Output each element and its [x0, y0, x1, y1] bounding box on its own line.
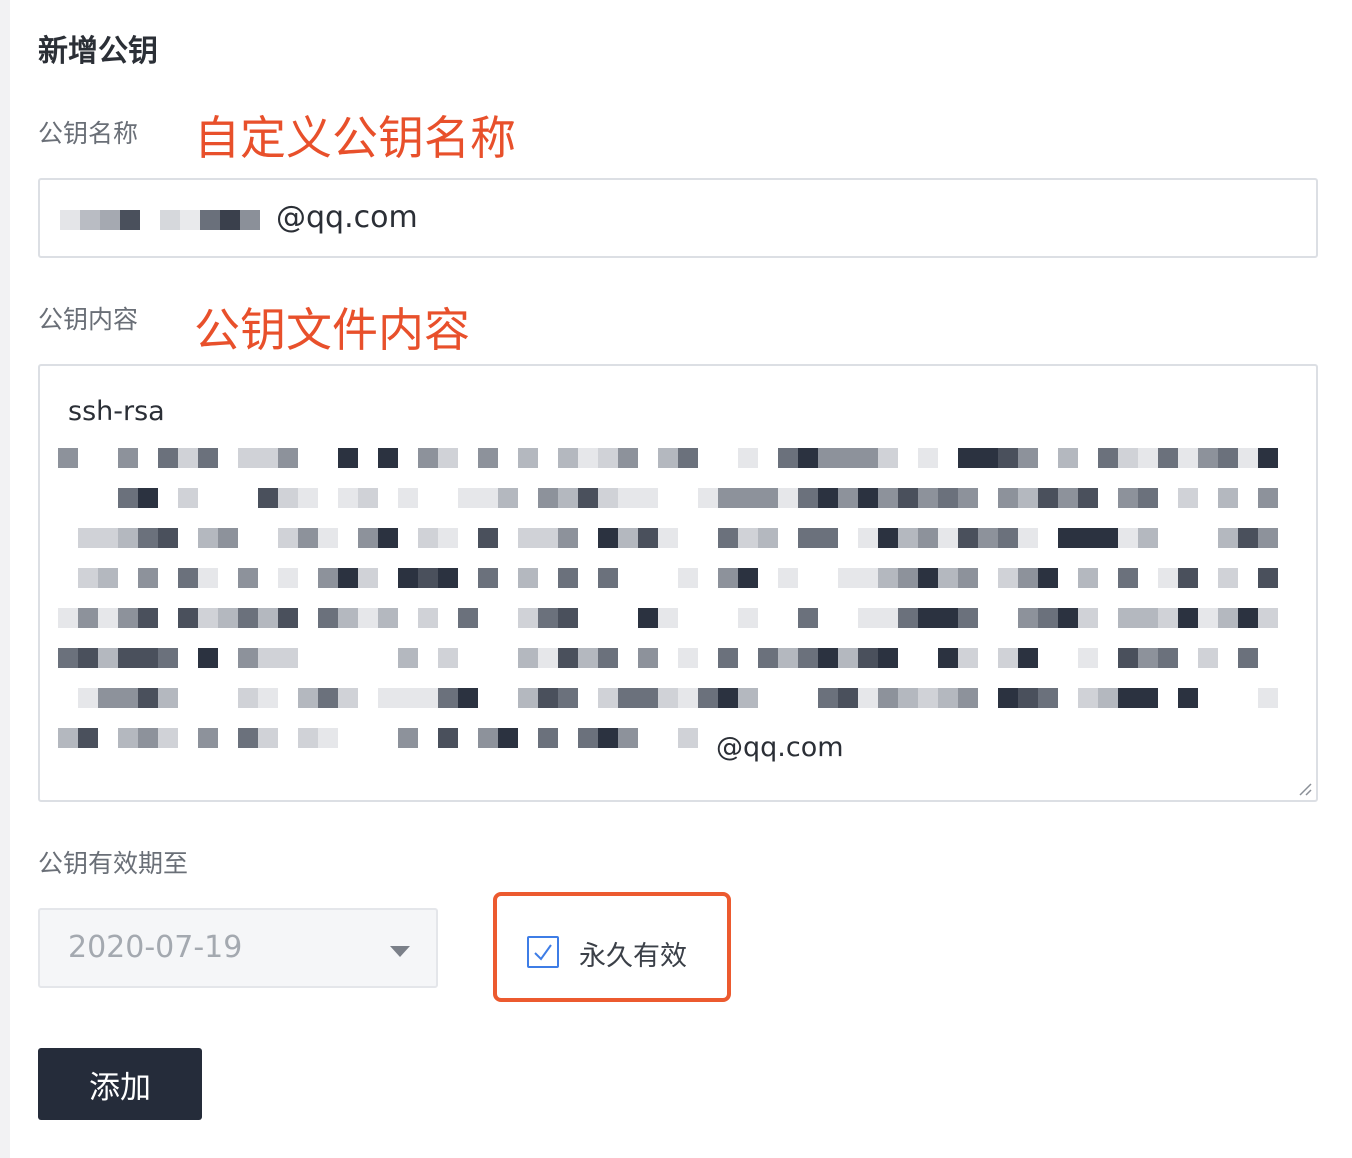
public-key-content-textarea[interactable]: ssh-rsa @qq.com [38, 364, 1318, 802]
permanent-valid-label: 永久有效 [579, 941, 687, 972]
check-icon [534, 944, 552, 961]
expiry-date-select[interactable]: 2020-07-19 [38, 908, 438, 988]
redacted-text-mosaic [60, 210, 260, 230]
caret-down-icon [390, 946, 410, 957]
permanent-valid-checkbox[interactable] [527, 936, 559, 968]
page-title: 新增公钥 [38, 34, 158, 69]
key-comment-text: @qq.com [716, 732, 844, 763]
public-key-name-value: @qq.com [276, 200, 418, 235]
annotation-name-note: 自定义公钥名称 [194, 111, 516, 165]
annotation-content-note: 公钥文件内容 [194, 303, 470, 357]
key-type-text: ssh-rsa [68, 396, 165, 427]
permanent-valid-highlight: 永久有效 [493, 892, 731, 1002]
public-key-name-label: 公钥名称 [38, 119, 139, 148]
expiry-date-value: 2020-07-19 [68, 930, 243, 965]
resize-handle-icon[interactable] [1298, 782, 1312, 796]
redacted-key-mosaic [58, 448, 1278, 748]
expiry-date-label: 公钥有效期至 [38, 849, 189, 878]
public-key-content-label: 公钥内容 [38, 305, 139, 334]
add-button[interactable]: 添加 [38, 1048, 202, 1120]
left-edge-strip [0, 0, 10, 1158]
public-key-name-input[interactable]: @qq.com [38, 178, 1318, 258]
